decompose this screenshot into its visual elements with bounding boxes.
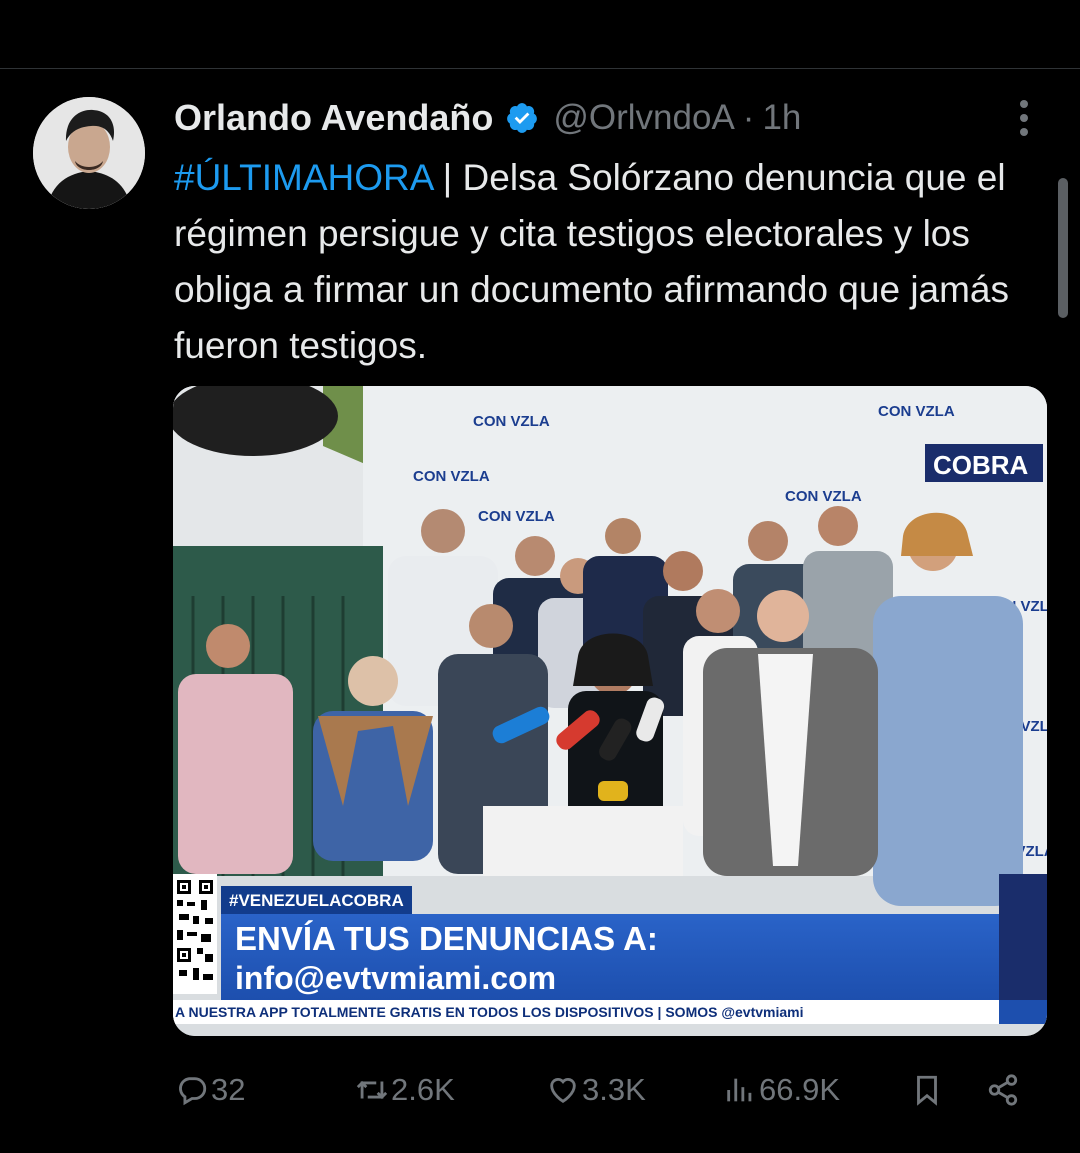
scrollbar[interactable] — [1058, 178, 1068, 318]
qr-code-icon — [173, 874, 217, 994]
views-icon — [727, 1078, 752, 1102]
like-button[interactable]: 3.3K — [546, 1068, 646, 1112]
banner-email: info@evtvmiami.com — [235, 960, 557, 996]
heart-icon — [550, 1078, 576, 1104]
tweet-video[interactable]: CON VZLA CON VZLA CON VZLA CON VZLA CON … — [173, 386, 1047, 1036]
retweet-button[interactable]: 2.6K — [355, 1068, 455, 1112]
verified-badge-icon — [507, 103, 538, 133]
tweet-header: Orlando Avendaño @OrlvndoA · 1h — [174, 93, 801, 143]
share-button[interactable] — [986, 1068, 1022, 1112]
share-icon — [988, 1074, 1018, 1106]
news-lower-third: #VENEZUELACOBRA ENVÍA TUS DENUNCIAS A: i… — [173, 874, 1047, 1036]
banner-headline: ENVÍA TUS DENUNCIAS A: — [235, 920, 658, 957]
corner-logo: COBRA — [933, 450, 1029, 480]
author-display-name[interactable]: Orlando Avendaño — [174, 97, 493, 139]
views-button[interactable]: 66.9K — [723, 1068, 840, 1112]
tweet-timestamp[interactable]: 1h — [762, 98, 801, 138]
author-handle[interactable]: @OrlvndoA — [553, 98, 734, 138]
hashtag-banner: #VENEZUELACOBRA — [221, 886, 412, 916]
tweet-body: #ÚLTIMAHORA | Delsa Solórzano denuncia q… — [174, 150, 1044, 374]
top-divider — [0, 68, 1080, 69]
ticker-end-block — [999, 1000, 1047, 1024]
views-count: 66.9K — [759, 1072, 841, 1107]
reply-count: 32 — [211, 1072, 246, 1107]
avatar-photo-icon — [33, 97, 145, 209]
bookmark-button[interactable] — [910, 1068, 946, 1112]
tweet-actions: 32 2.6K 3.3K 66.9K — [0, 1060, 1080, 1120]
more-options-icon[interactable] — [1016, 100, 1032, 140]
retweet-count: 2.6K — [391, 1072, 455, 1107]
retweet-icon — [356, 1080, 388, 1100]
separator-dot: · — [742, 98, 755, 137]
backdrop-logo: CON VZLA — [478, 508, 555, 525]
denuncias-banner: ENVÍA TUS DENUNCIAS A: info@evtvmiami.co… — [221, 914, 999, 1000]
bookmark-icon — [917, 1075, 937, 1106]
like-count: 3.3K — [582, 1072, 646, 1107]
backdrop-logo: CON VZLA — [785, 488, 862, 505]
author-avatar[interactable] — [33, 97, 145, 209]
backdrop-logo: CON VZLA — [473, 413, 550, 430]
backdrop-logo: CON VZLA — [413, 468, 490, 485]
backdrop-logo: CON VZLA — [878, 403, 955, 420]
channel-logo-icon — [999, 874, 1047, 1000]
reply-icon — [179, 1077, 207, 1106]
hashtag-link[interactable]: #ÚLTIMAHORA — [174, 157, 432, 198]
news-ticker: A NUESTRA APP TOTALMENTE GRATIS EN TODOS… — [173, 1000, 999, 1024]
reply-button[interactable]: 32 — [175, 1068, 245, 1112]
